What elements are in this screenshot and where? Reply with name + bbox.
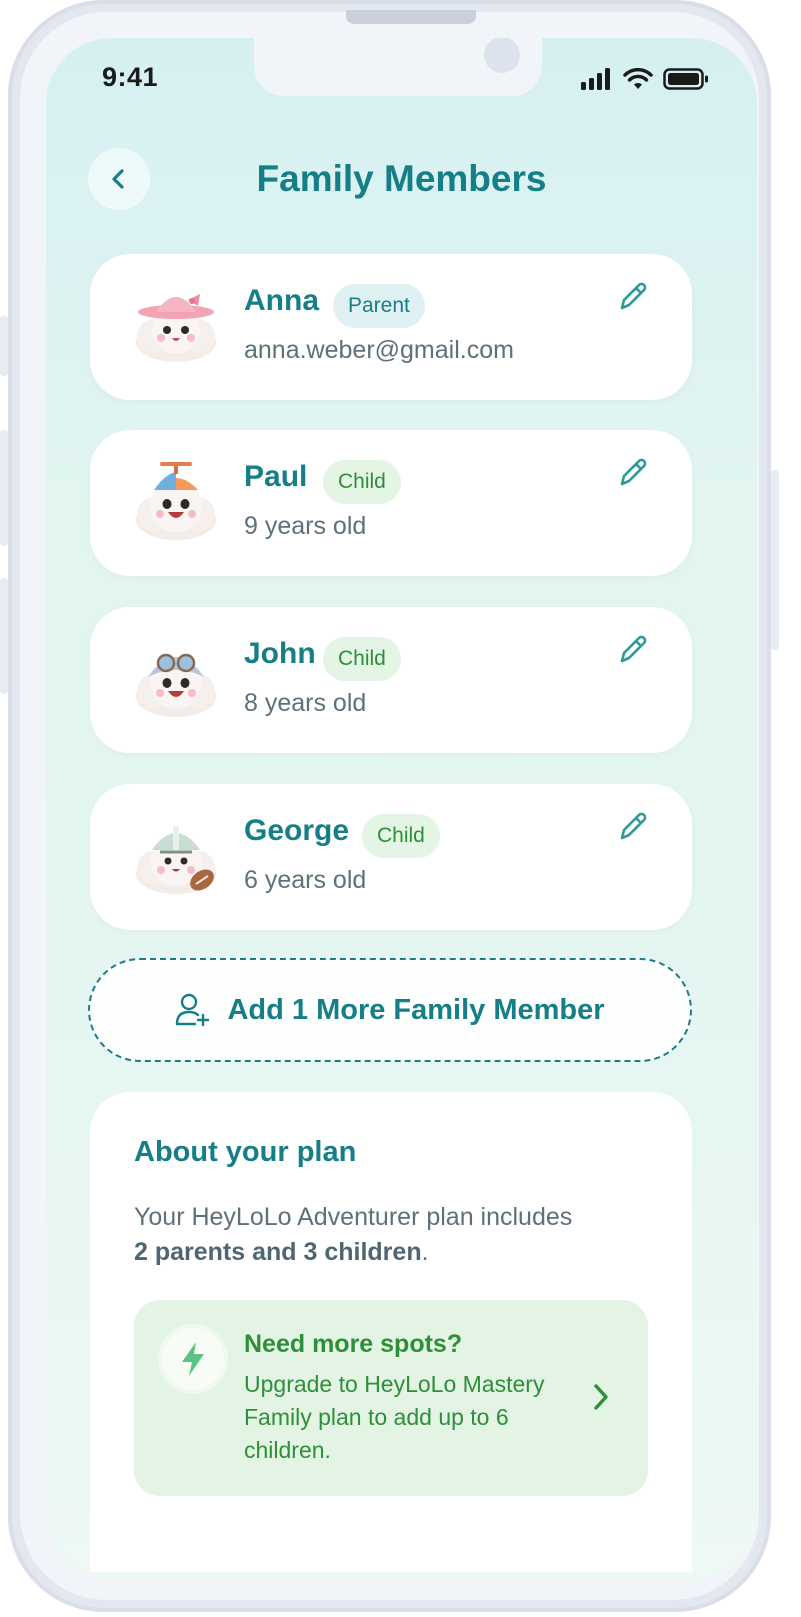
role-badge: Child <box>323 637 401 681</box>
lightning-badge <box>162 1328 224 1390</box>
member-name: Anna <box>244 284 319 317</box>
member-email: anna.weber@gmail.com <box>244 336 514 364</box>
role-badge: Parent <box>333 284 425 328</box>
plan-text-bold: 2 parents and 3 children <box>134 1238 422 1266</box>
chevron-right-icon <box>594 1384 608 1410</box>
cloud-pink-hat-avatar <box>136 294 216 362</box>
edit-pencil-icon[interactable] <box>616 633 650 667</box>
plan-description: Your HeyLoLo Adventurer plan includes 2 … <box>134 1200 654 1270</box>
volume-up-button <box>0 430 8 546</box>
plan-text-suffix: . <box>421 1238 429 1266</box>
cloud-propeller-cap-avatar <box>136 462 216 540</box>
speaker-grille <box>346 10 476 24</box>
power-button <box>771 470 779 650</box>
cloud-aviator-goggles-avatar <box>136 653 216 717</box>
status-time: 9:41 <box>102 62 159 92</box>
lightning-icon <box>182 1342 204 1376</box>
front-camera <box>484 38 520 73</box>
member-name: Paul <box>244 460 308 493</box>
upgrade-banner[interactable]: Need more spots? Upgrade to HeyLoLo Mast… <box>134 1300 648 1496</box>
member-card-george[interactable]: George Child 6 years old <box>90 784 692 930</box>
plan-text-prefix: Your HeyLoLo Adventurer plan includes <box>134 1203 573 1231</box>
plan-title: About your plan <box>134 1136 357 1168</box>
member-name: John <box>244 637 316 670</box>
cloud-football-helmet-avatar <box>136 826 216 894</box>
plan-card: About your plan Your HeyLoLo Adventurer … <box>90 1092 692 1572</box>
member-age: 8 years old <box>244 689 367 717</box>
member-card-john[interactable]: John Child 8 years old <box>90 607 692 753</box>
signal-icon <box>581 68 610 90</box>
edit-pencil-icon[interactable] <box>616 456 650 490</box>
member-card-anna[interactable]: Anna Parent anna.weber@gmail.com <box>90 254 692 400</box>
add-member-label: Add 1 More Family Member <box>227 993 605 1026</box>
role-badge: Child <box>362 814 440 858</box>
member-name: George <box>244 814 350 847</box>
wifi-icon <box>623 68 653 89</box>
member-age: 9 years old <box>244 512 367 540</box>
member-card-paul[interactable]: Paul Child 9 years old <box>90 430 692 576</box>
role-badge: Child <box>323 460 401 504</box>
edit-pencil-icon[interactable] <box>616 280 650 314</box>
volume-down-button <box>0 578 8 694</box>
add-family-member-button[interactable]: Add 1 More Family Member <box>88 958 692 1062</box>
mute-switch <box>0 316 8 376</box>
upgrade-text: Upgrade to HeyLoLo Mastery Family plan t… <box>244 1371 545 1463</box>
page-title: Family Members <box>256 158 547 199</box>
edit-pencil-icon[interactable] <box>616 810 650 844</box>
add-user-icon <box>176 993 210 1027</box>
battery-icon <box>663 68 708 90</box>
screen: 9:41 Family Members Anna Parent anna.web… <box>46 38 757 1580</box>
upgrade-title: Need more spots? <box>244 1330 463 1358</box>
status-icons <box>581 68 709 90</box>
member-age: 6 years old <box>244 866 367 894</box>
notch <box>254 38 542 96</box>
